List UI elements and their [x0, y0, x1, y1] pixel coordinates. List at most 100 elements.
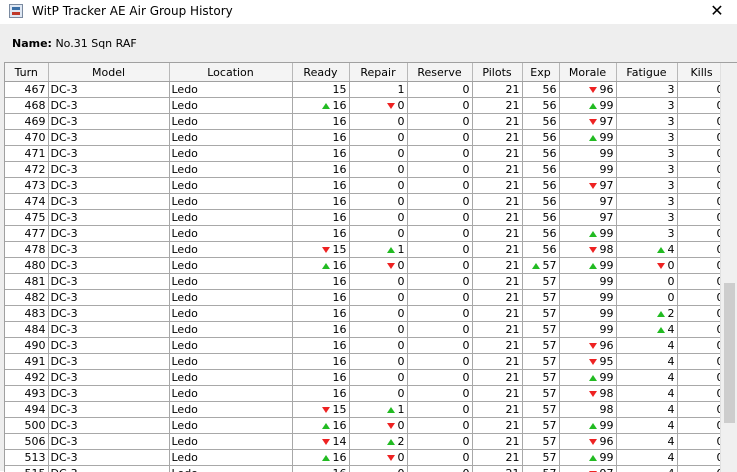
table-row[interactable]: 481DC-3Ledo160021579900: [5, 274, 726, 290]
column-header-reserve[interactable]: Reserve: [407, 63, 472, 82]
table-row[interactable]: 483DC-3Ledo160021579920: [5, 306, 726, 322]
table-row[interactable]: 493DC-3Ledo160021579840: [5, 386, 726, 402]
cell-value: 483: [25, 307, 46, 320]
table-row[interactable]: 470DC-3Ledo160021569930: [5, 130, 726, 146]
cell-value: DC-3: [51, 371, 78, 384]
cell-value: 56: [543, 243, 557, 256]
table-row[interactable]: 490DC-3Ledo160021579640: [5, 338, 726, 354]
column-header-model[interactable]: Model: [48, 63, 169, 82]
cell-value: 0: [398, 419, 405, 432]
cell-fatigue: 3: [616, 98, 677, 114]
table-row[interactable]: 482DC-3Ledo160021579900: [5, 290, 726, 306]
table-row[interactable]: 515DC-3Ledo160021579740: [5, 466, 726, 472]
table-row[interactable]: 484DC-3Ledo160021579940: [5, 322, 726, 338]
cell-value: 4: [668, 387, 675, 400]
table-row[interactable]: 491DC-3Ledo160021579540: [5, 354, 726, 370]
cell-kills: 0: [677, 306, 726, 322]
column-header-repair[interactable]: Repair: [349, 63, 407, 82]
table-row[interactable]: 475DC-3Ledo160021569730: [5, 210, 726, 226]
cell-value: DC-3: [51, 435, 78, 448]
cell-value: 21: [506, 115, 520, 128]
cell-pilots: 21: [472, 194, 522, 210]
cell-reserve: 0: [407, 162, 472, 178]
cell-fatigue: 4: [616, 338, 677, 354]
close-button[interactable]: ✕: [697, 0, 737, 24]
cell-kills: 0: [677, 290, 726, 306]
table-row[interactable]: 468DC-3Ledo160021569930: [5, 98, 726, 114]
table-row[interactable]: 469DC-3Ledo160021569730: [5, 114, 726, 130]
column-header-location[interactable]: Location: [169, 63, 292, 82]
cell-value: 99: [600, 451, 614, 464]
cell-value: 99: [600, 259, 614, 272]
scrollbar-thumb[interactable]: [724, 283, 735, 423]
column-header-kills[interactable]: Kills: [677, 63, 726, 82]
cell-value: 21: [506, 467, 520, 472]
cell-value: Ledo: [172, 115, 198, 128]
down-arrow-icon: [589, 343, 597, 349]
cell-value: 97: [600, 211, 614, 224]
cell-value: 21: [506, 83, 520, 96]
table-row[interactable]: 492DC-3Ledo160021579940: [5, 370, 726, 386]
cell-ready: 16: [292, 210, 349, 226]
table-row[interactable]: 494DC-3Ledo151021579840: [5, 402, 726, 418]
table-row[interactable]: 474DC-3Ledo160021569730: [5, 194, 726, 210]
cell-value: 16: [333, 227, 347, 240]
cell-reserve: 0: [407, 450, 472, 466]
cell-model: DC-3: [48, 290, 169, 306]
cell-value: 478: [25, 243, 46, 256]
cell-ready: 16: [292, 354, 349, 370]
cell-repair: 0: [349, 338, 407, 354]
cell-morale: 95: [559, 354, 616, 370]
cell-value: DC-3: [51, 179, 78, 192]
cell-value: 0: [398, 211, 405, 224]
vertical-scrollbar[interactable]: [720, 63, 737, 472]
cell-exp: 57: [522, 450, 559, 466]
cell-reserve: 0: [407, 226, 472, 242]
cell-value: 0: [463, 147, 470, 160]
cell-value: 16: [333, 115, 347, 128]
cell-fatigue: 3: [616, 130, 677, 146]
table-row[interactable]: 480DC-3Ledo160021579900: [5, 258, 726, 274]
table-row[interactable]: 513DC-3Ledo160021579940: [5, 450, 726, 466]
column-header-exp[interactable]: Exp: [522, 63, 559, 82]
cell-exp: 57: [522, 322, 559, 338]
cell-exp: 56: [522, 162, 559, 178]
cell-exp: 56: [522, 242, 559, 258]
column-header-turn[interactable]: Turn: [5, 63, 48, 82]
table-row[interactable]: 467DC-3Ledo151021569630: [5, 82, 726, 98]
cell-reserve: 0: [407, 402, 472, 418]
cell-value: 0: [463, 419, 470, 432]
cell-reserve: 0: [407, 194, 472, 210]
cell-value: 21: [506, 323, 520, 336]
cell-kills: 0: [677, 194, 726, 210]
cell-value: 0: [398, 467, 405, 472]
column-header-morale[interactable]: Morale: [559, 63, 616, 82]
table-row[interactable]: 473DC-3Ledo160021569730: [5, 178, 726, 194]
column-header-ready[interactable]: Ready: [292, 63, 349, 82]
table-row[interactable]: 472DC-3Ledo160021569930: [5, 162, 726, 178]
cell-value: 500: [25, 419, 46, 432]
cell-turn: 472: [5, 162, 48, 178]
cell-value: 3: [668, 147, 675, 160]
cell-value: 21: [506, 243, 520, 256]
cell-reserve: 0: [407, 210, 472, 226]
table-row[interactable]: 478DC-3Ledo151021569840: [5, 242, 726, 258]
column-header-fatigue[interactable]: Fatigue: [616, 63, 677, 82]
cell-value: 0: [398, 323, 405, 336]
table-row[interactable]: 500DC-3Ledo160021579940: [5, 418, 726, 434]
cell-model: DC-3: [48, 386, 169, 402]
cell-value: 0: [463, 259, 470, 272]
cell-value: Ledo: [172, 211, 198, 224]
table-row[interactable]: 477DC-3Ledo160021569930: [5, 226, 726, 242]
cell-kills: 0: [677, 178, 726, 194]
cell-value: 0: [668, 275, 675, 288]
cell-value: Ledo: [172, 291, 198, 304]
column-header-pilots[interactable]: Pilots: [472, 63, 522, 82]
cell-value: 21: [506, 275, 520, 288]
cell-value: 21: [506, 435, 520, 448]
cell-location: Ledo: [169, 450, 292, 466]
air-group-history-table: TurnModelLocationReadyRepairReservePilot…: [5, 63, 727, 472]
cell-kills: 0: [677, 418, 726, 434]
table-row[interactable]: 506DC-3Ledo142021579640: [5, 434, 726, 450]
table-row[interactable]: 471DC-3Ledo160021569930: [5, 146, 726, 162]
